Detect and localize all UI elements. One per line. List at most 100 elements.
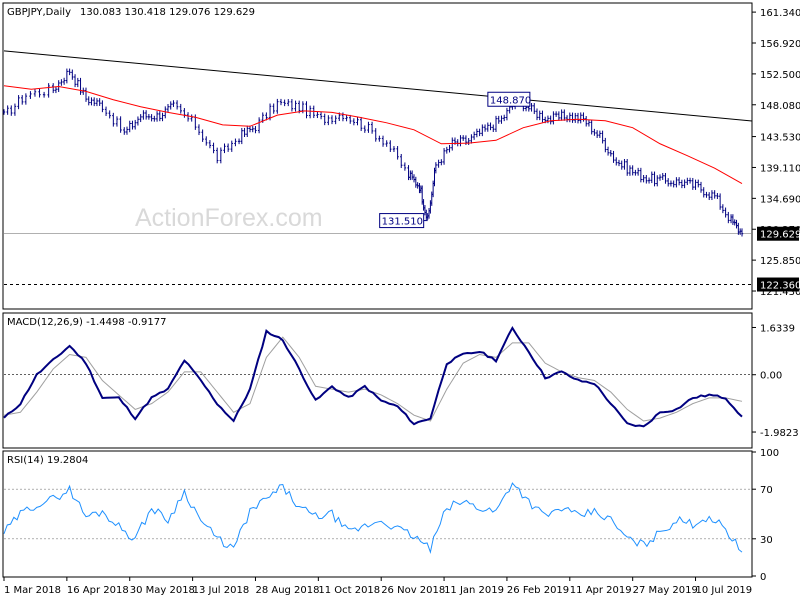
price-bar	[17, 95, 20, 110]
price-bar	[716, 193, 719, 199]
macd-panel	[2, 312, 753, 449]
price-bar	[316, 111, 319, 119]
price-bar	[601, 130, 604, 144]
price-bar	[108, 110, 111, 119]
price-bar	[628, 165, 632, 176]
price-bar	[710, 190, 714, 201]
price-bar	[359, 116, 363, 132]
price-bar	[565, 115, 569, 123]
price-bar	[243, 127, 246, 137]
price-bar	[609, 150, 612, 157]
price-bar	[172, 100, 175, 107]
price-bar	[403, 162, 407, 171]
chart-canvas: ActionForex.com GBPJPY,Daily 130.083 130…	[2, 2, 800, 596]
price-bar	[21, 95, 24, 105]
price-bar	[186, 112, 190, 122]
rsi-plot	[3, 482, 752, 555]
rsi-y-tick-label: 30	[760, 535, 773, 546]
price-bar	[740, 228, 744, 237]
price-bar	[427, 207, 431, 219]
price-bar	[327, 115, 330, 126]
price-bar	[68, 68, 71, 76]
price-bar	[205, 136, 208, 146]
price-bar	[425, 209, 428, 220]
price-bar	[128, 120, 131, 133]
price-bar	[183, 108, 186, 118]
price-bar	[24, 93, 28, 105]
price-bar	[95, 98, 99, 107]
macd-line	[3, 325, 743, 428]
price-bar	[489, 122, 492, 131]
price-bar	[93, 97, 96, 107]
price-bar	[410, 170, 414, 180]
price-bar	[144, 110, 148, 120]
price-bar	[363, 125, 366, 133]
price-bar	[345, 114, 348, 122]
price-bar	[330, 115, 334, 125]
x-tick-label: 10 Jul 2019	[696, 585, 753, 596]
price-bar	[150, 114, 153, 122]
price-bar	[13, 103, 17, 116]
price-bar	[385, 140, 388, 147]
price-y-tick-label: 139.110	[760, 163, 800, 174]
callout-label: 148.870	[490, 95, 531, 106]
price-bar	[462, 135, 465, 141]
price-bar	[604, 137, 607, 153]
support-badge-text: 122.360	[760, 281, 800, 292]
price-bar	[407, 165, 410, 181]
x-tick-label: 26 Nov 2018	[381, 585, 445, 596]
price-bar	[481, 124, 484, 137]
price-bar	[60, 79, 63, 86]
price-bar	[590, 119, 593, 135]
price-bar	[478, 128, 481, 137]
price-bar	[367, 121, 370, 133]
macd-signal-line	[3, 336, 743, 422]
price-bar	[47, 83, 50, 98]
price-bar	[727, 211, 730, 224]
price-bar	[71, 69, 74, 80]
price-bar	[136, 116, 140, 126]
price-bar	[612, 150, 615, 163]
price-bar	[175, 100, 179, 110]
price-bar	[470, 134, 473, 144]
price-bar	[500, 115, 503, 124]
price-bar	[62, 77, 66, 85]
price-bar	[691, 177, 694, 190]
price-bar	[65, 68, 69, 84]
callout-label: 131.510	[382, 217, 423, 228]
price-bar	[319, 111, 323, 120]
price-bar	[101, 100, 104, 113]
price-bar	[430, 191, 433, 206]
rsi-y-tick-label: 0	[760, 572, 766, 583]
watermark: ActionForex.com	[135, 204, 323, 232]
price-bar	[571, 112, 574, 123]
moving-average-line	[3, 85, 743, 185]
price-bar	[497, 115, 500, 124]
price-bar	[197, 124, 201, 136]
price-bar	[445, 146, 448, 154]
price-bar	[639, 167, 643, 183]
price-panel-frame	[2, 2, 753, 310]
price-bar	[636, 167, 640, 176]
x-tick-label: 1 Mar 2018	[4, 585, 61, 596]
rsi-panel	[2, 450, 753, 578]
price-bar	[426, 213, 429, 220]
price-bar	[721, 204, 725, 214]
price-bar	[139, 114, 142, 123]
price-bar	[661, 172, 664, 180]
x-tick-label: 26 Feb 2019	[507, 585, 569, 596]
x-tick-label: 28 Aug 2018	[255, 585, 319, 596]
price-bar	[737, 222, 740, 235]
price-bar	[216, 147, 219, 164]
price-bar	[201, 129, 204, 142]
rsi-y-tick-label: 100	[760, 448, 779, 459]
price-bar	[119, 116, 122, 133]
price-bar	[179, 103, 182, 114]
price-bar	[606, 146, 610, 156]
price-bar	[533, 103, 536, 115]
price-bar	[305, 101, 308, 119]
price-y-tick-label: 161.340	[760, 8, 800, 19]
price-bar	[223, 143, 226, 154]
macd-y-tick-label: 0.00	[760, 371, 782, 382]
price-bar	[147, 113, 151, 120]
